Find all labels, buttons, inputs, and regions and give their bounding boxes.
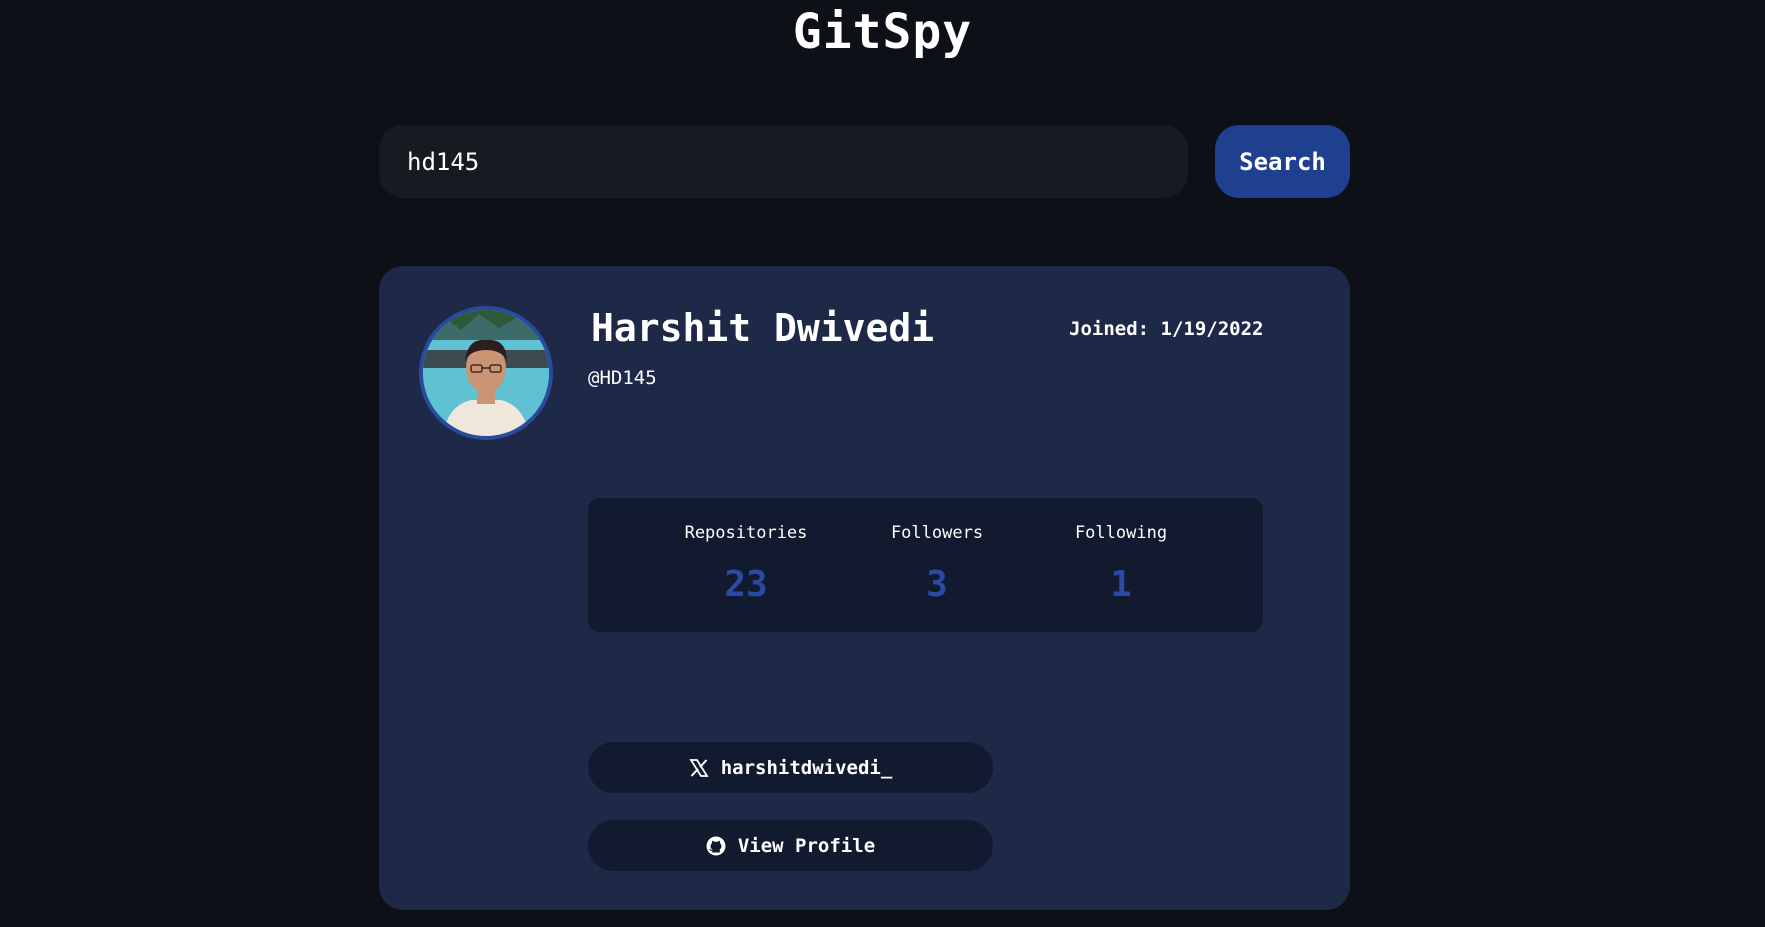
app-title: GitSpy	[792, 4, 973, 60]
user-handle: @HD145	[588, 367, 657, 389]
github-icon	[706, 836, 726, 855]
joined-date: Joined: 1/19/2022	[1069, 318, 1264, 340]
stat-value: 1	[1110, 564, 1132, 605]
stats-panel: Repositories 23 Followers 3 Following 1	[588, 498, 1263, 632]
profile-card: Harshit Dwivedi @HD145 Joined: 1/19/2022…	[379, 266, 1350, 910]
stat-label: Following	[1074, 523, 1168, 543]
view-profile-button[interactable]: View Profile	[588, 820, 993, 871]
twitter-handle: harshitdwivedi_	[720, 756, 893, 779]
stat-value: 3	[926, 564, 948, 605]
avatar	[419, 306, 553, 440]
profile-photo	[423, 310, 549, 436]
stat-label: Followers	[890, 523, 984, 543]
stat-value: 23	[724, 564, 768, 605]
search-input[interactable]	[379, 125, 1188, 198]
search-button[interactable]: Search	[1215, 125, 1350, 198]
user-name: Harshit Dwivedi	[591, 306, 935, 350]
view-profile-label: View Profile	[737, 834, 876, 857]
x-logo-icon	[689, 758, 709, 777]
stat-label: Repositories	[684, 523, 808, 543]
twitter-link-button[interactable]: harshitdwivedi_	[588, 742, 993, 793]
